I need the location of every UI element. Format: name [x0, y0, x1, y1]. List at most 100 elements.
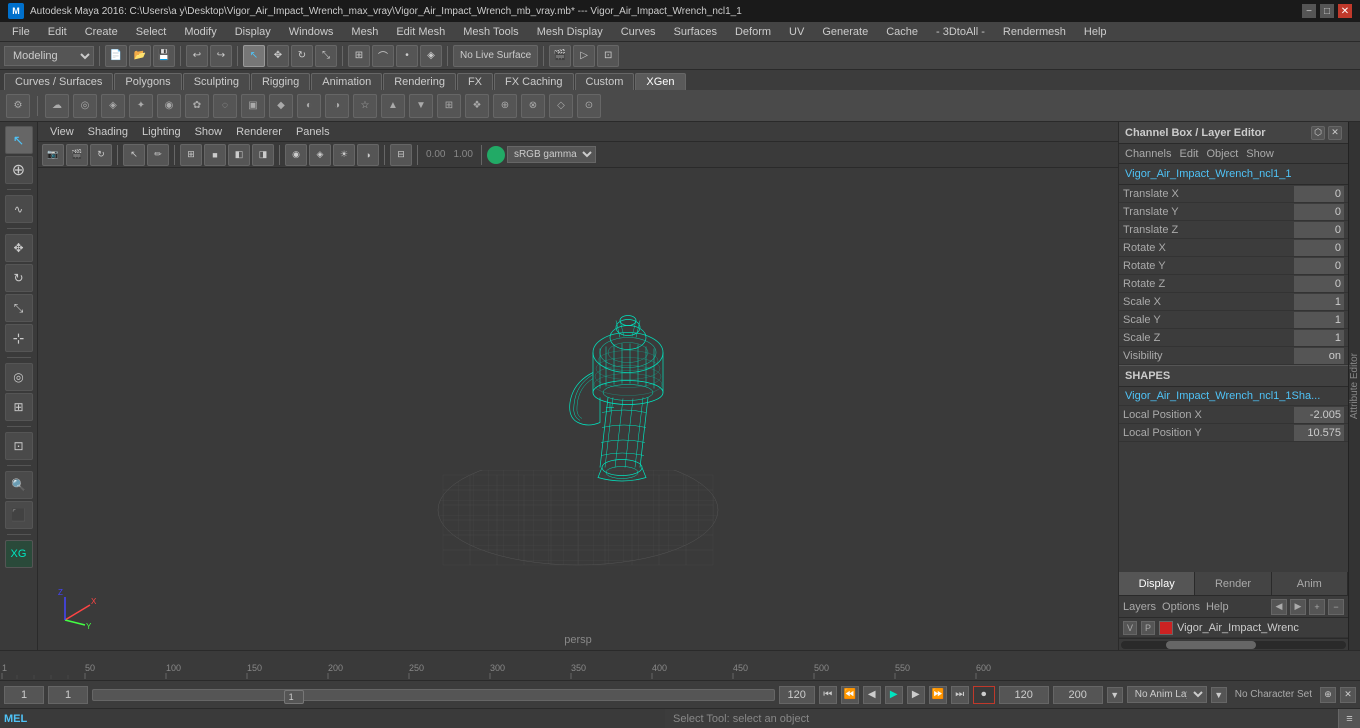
vp-paint-btn[interactable]: ✏	[147, 144, 169, 166]
shelf-tab-rigging[interactable]: Rigging	[251, 73, 310, 90]
playback-speed-btn[interactable]: ▼	[1107, 687, 1123, 703]
select-tool-btn[interactable]: ↖	[5, 126, 33, 154]
shelf-icon-13[interactable]: ▲	[381, 94, 405, 118]
undo-btn[interactable]: ↩	[186, 45, 208, 67]
channel-value-lpy[interactable]	[1294, 425, 1344, 441]
shelf-settings-icon[interactable]: ⚙	[6, 94, 30, 118]
char-set-btn2[interactable]: ✕	[1340, 687, 1356, 703]
render-region-btn[interactable]: ⊡	[597, 45, 619, 67]
layers-tab-options[interactable]: Options	[1162, 601, 1200, 613]
mode-dropdown[interactable]: Modeling Rigging Animation FX Rendering …	[4, 46, 94, 66]
minimize-button[interactable]: −	[1302, 4, 1316, 18]
zoom-tool-btn[interactable]: 🔍	[5, 471, 33, 499]
scale-tool-btn[interactable]: ⤡	[5, 294, 33, 322]
vp-xray-btn[interactable]: ◉	[285, 144, 307, 166]
scroll-track[interactable]	[1121, 641, 1346, 649]
cb-tab-show[interactable]: Show	[1246, 148, 1274, 160]
shelf-tab-fxcaching[interactable]: FX Caching	[494, 73, 573, 90]
gamma-dropdown[interactable]: sRGB gamma	[507, 146, 596, 163]
snap-surface-btn[interactable]: ◈	[420, 45, 442, 67]
menu-file[interactable]: File	[4, 24, 38, 40]
prev-key-btn[interactable]: ⏪	[841, 686, 859, 704]
shelf-icon-15[interactable]: ⊞	[437, 94, 461, 118]
vp-film-btn[interactable]: 🎬	[66, 144, 88, 166]
menu-rendermesh[interactable]: Rendermesh	[995, 24, 1074, 40]
vp-shade2-btn[interactable]: ◨	[252, 144, 274, 166]
menu-help[interactable]: Help	[1076, 24, 1115, 40]
next-frame-btn[interactable]: ▶	[907, 686, 925, 704]
menu-edit-mesh[interactable]: Edit Mesh	[388, 24, 453, 40]
display-tab-render[interactable]: Render	[1195, 572, 1271, 595]
channel-value-rx[interactable]	[1294, 240, 1344, 256]
vp-light-btn[interactable]: ☀	[333, 144, 355, 166]
vertical-right-tab[interactable]: Attribute Editor	[1348, 122, 1360, 650]
shelf-icon-6[interactable]: ✿	[185, 94, 209, 118]
shelf-tab-sculpting[interactable]: Sculpting	[183, 73, 250, 90]
layer-color-swatch[interactable]	[1159, 621, 1173, 635]
vp-shadow-btn[interactable]: ◑	[357, 144, 379, 166]
anim-layer-dropdown[interactable]: No Anim Layer	[1127, 686, 1207, 703]
vp-menu-lighting[interactable]: Lighting	[136, 125, 187, 139]
move-tool-btn[interactable]: ✥	[5, 234, 33, 262]
menu-curves[interactable]: Curves	[613, 24, 664, 40]
shelf-tab-xgen[interactable]: XGen	[635, 73, 685, 90]
shelf-icon-3[interactable]: ◈	[101, 94, 125, 118]
shelf-icon-4[interactable]: ✦	[129, 94, 153, 118]
shelf-tab-curves[interactable]: Curves / Surfaces	[4, 73, 113, 90]
snap-grid-btn[interactable]: ⊞	[348, 45, 370, 67]
close-button[interactable]: ✕	[1338, 4, 1352, 18]
mel-command-input[interactable]	[31, 713, 661, 725]
range-end-input[interactable]	[779, 686, 815, 704]
layer-playback-btn[interactable]: P	[1141, 621, 1155, 635]
channel-value-tx[interactable]	[1294, 186, 1344, 202]
select-btn[interactable]: ↖	[243, 45, 265, 67]
go-to-start-btn[interactable]: ⏮	[819, 686, 837, 704]
paint-select-btn[interactable]: ⊕	[5, 156, 33, 184]
shelf-icon-2[interactable]: ◎	[73, 94, 97, 118]
viewport-canvas[interactable]: persp X Y Z	[38, 168, 1118, 650]
vp-color-mgmt-btn[interactable]	[487, 146, 505, 164]
shelf-icon-16[interactable]: ❖	[465, 94, 489, 118]
channel-value-ty[interactable]	[1294, 204, 1344, 220]
char-set-btn1[interactable]: ⊕	[1320, 687, 1336, 703]
vp-menu-shading[interactable]: Shading	[82, 125, 134, 139]
shelf-icon-8[interactable]: ▣	[241, 94, 265, 118]
show-manipulator-btn[interactable]: ⊡	[5, 432, 33, 460]
vp-sel-btn[interactable]: ↖	[123, 144, 145, 166]
timeline-track[interactable]: 1 50 100 150 200 250 300	[0, 651, 1360, 680]
prev-frame-btn[interactable]: ◀	[863, 686, 881, 704]
channel-box-close-btn[interactable]: ✕	[1328, 126, 1342, 140]
shelf-tab-rendering[interactable]: Rendering	[383, 73, 456, 90]
rotate-btn[interactable]: ↻	[291, 45, 313, 67]
layers-next-btn[interactable]: ▶	[1290, 599, 1306, 615]
menu-generate[interactable]: Generate	[814, 24, 876, 40]
script-editor-btn[interactable]: ≡	[1338, 709, 1360, 728]
vp-cycle-btn[interactable]: ↻	[90, 144, 112, 166]
shelf-tab-animation[interactable]: Animation	[311, 73, 382, 90]
go-to-end-btn[interactable]: ⏭	[951, 686, 969, 704]
vp-grid-btn[interactable]: ⊟	[390, 144, 412, 166]
vp-smooth-btn[interactable]: ■	[204, 144, 226, 166]
shelf-icon-1[interactable]: ☁	[45, 94, 69, 118]
cb-tab-channels[interactable]: Channels	[1125, 148, 1171, 160]
shelf-icon-12[interactable]: ☆	[353, 94, 377, 118]
menu-display[interactable]: Display	[227, 24, 279, 40]
vp-wireframe-btn[interactable]: ⊞	[180, 144, 202, 166]
channel-value-lpx[interactable]	[1294, 407, 1344, 423]
channel-value-sy[interactable]	[1294, 312, 1344, 328]
ipr-render-btn[interactable]: ▷	[573, 45, 595, 67]
shelf-tab-custom[interactable]: Custom	[575, 73, 635, 90]
max-frame-input[interactable]	[1053, 686, 1103, 704]
new-scene-btn[interactable]: 📄	[105, 45, 127, 67]
layers-scrollbar[interactable]	[1119, 638, 1348, 650]
shelf-tab-fx[interactable]: FX	[457, 73, 493, 90]
channel-value-rz[interactable]	[1294, 276, 1344, 292]
layers-tab-layers[interactable]: Layers	[1123, 601, 1156, 613]
render-view-btn[interactable]: ⬛	[5, 501, 33, 529]
layer-visibility-btn[interactable]: V	[1123, 621, 1137, 635]
layers-add-btn[interactable]: +	[1309, 599, 1325, 615]
shelf-icon-7[interactable]: ◌	[213, 94, 237, 118]
soft-select-btn[interactable]: ◎	[5, 363, 33, 391]
vp-camera-btn[interactable]: 📷	[42, 144, 64, 166]
next-key-btn[interactable]: ⏩	[929, 686, 947, 704]
